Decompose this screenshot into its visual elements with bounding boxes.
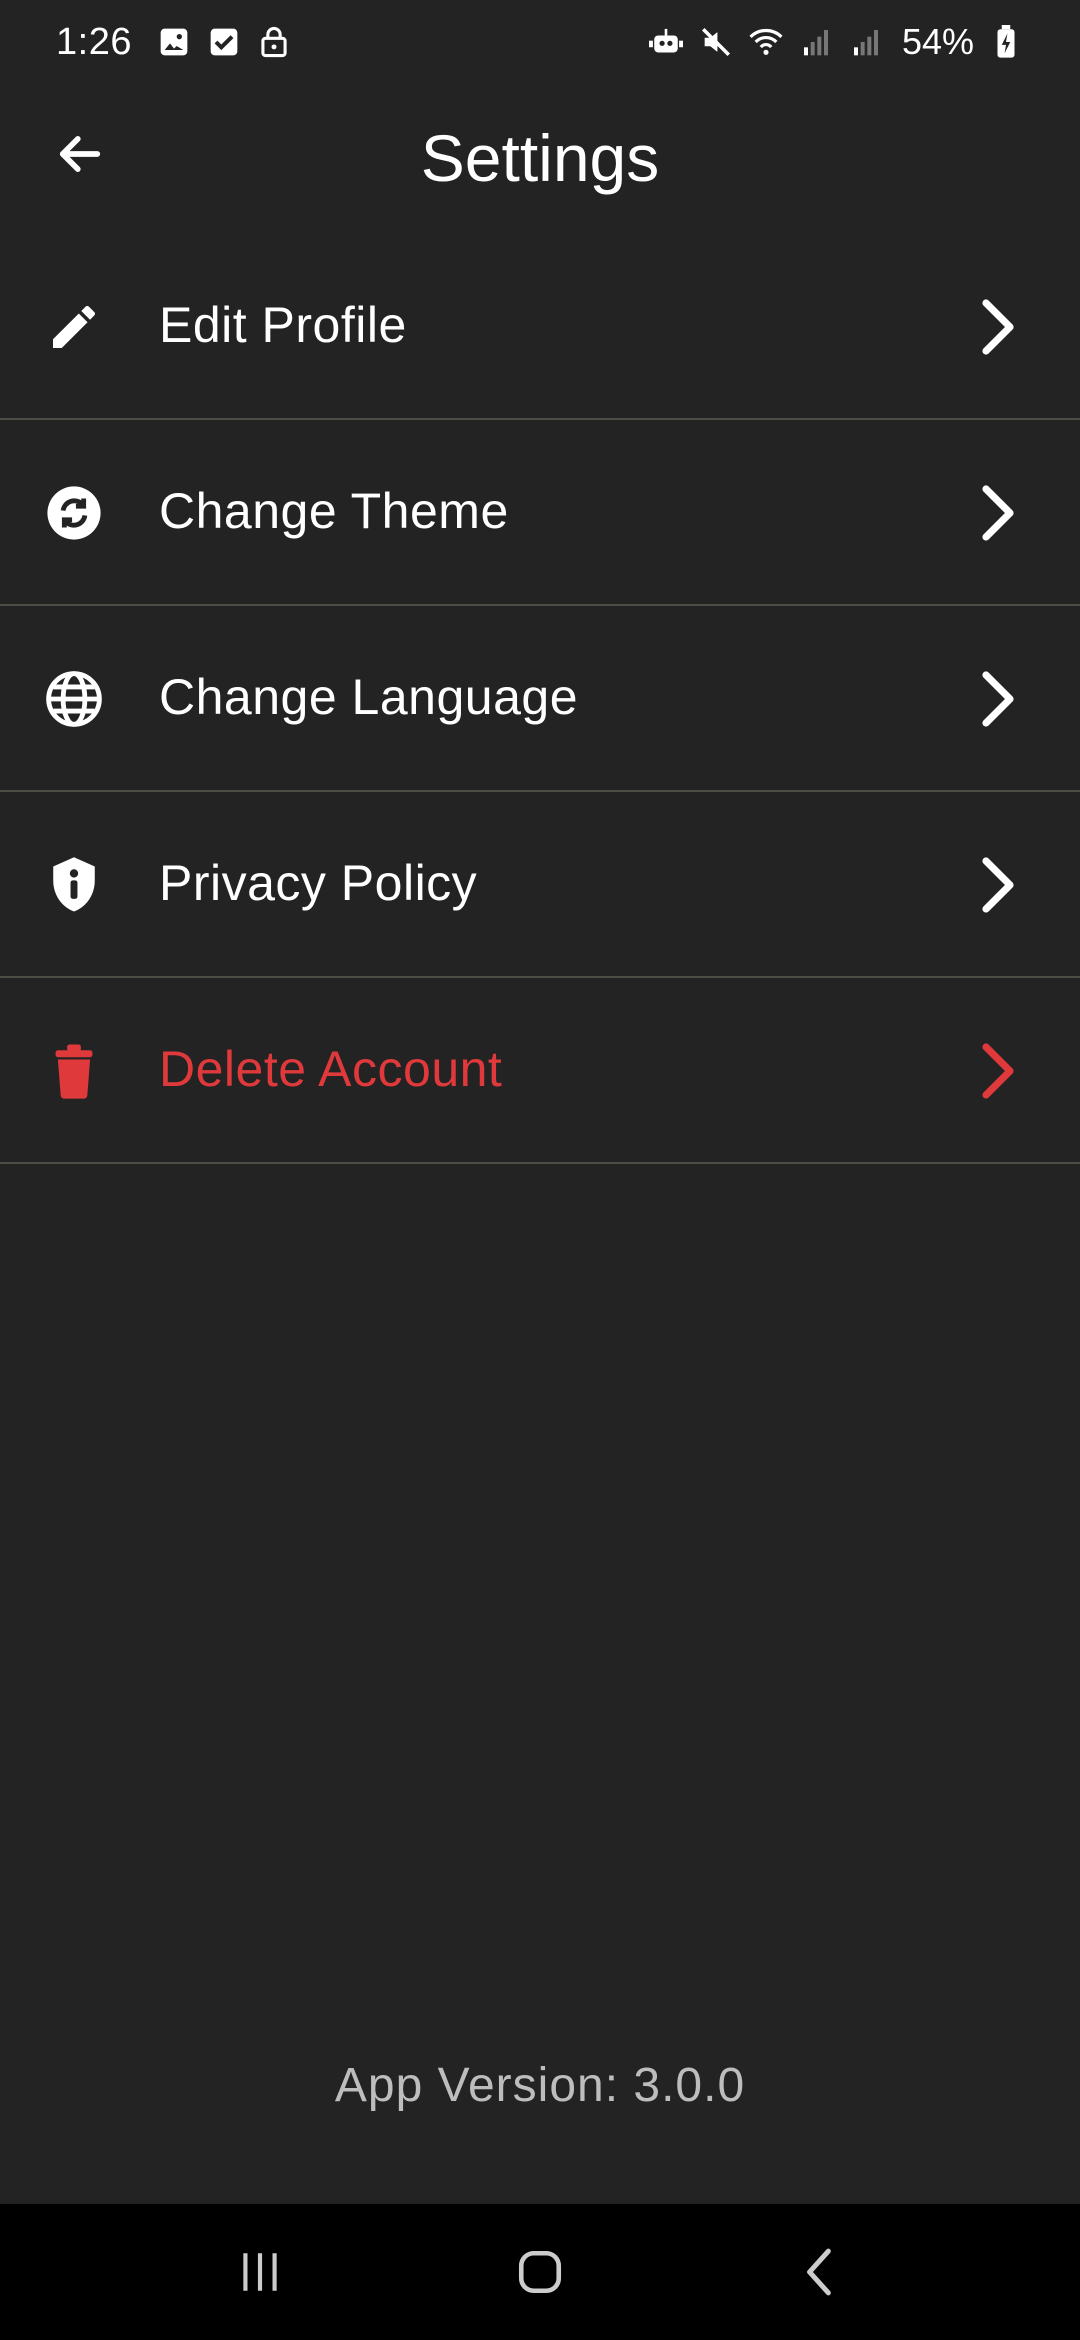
gallery-notification-icon	[156, 24, 192, 60]
chevron-left-icon	[807, 2248, 831, 2296]
settings-item-label: Change Theme	[159, 483, 509, 539]
shield-info-icon	[44, 855, 104, 915]
settings-item-change-theme[interactable]: Change Theme	[0, 420, 1080, 606]
globe-icon	[44, 669, 104, 729]
chevron-right-icon	[968, 669, 1028, 729]
page-title: Settings	[420, 121, 660, 195]
system-nav-bar	[0, 2204, 1080, 2340]
battery-charging-icon	[988, 24, 1024, 60]
checkbox-notification-icon	[206, 24, 242, 60]
settings-list: Edit Profile Change Theme Change Languag…	[0, 234, 1080, 1164]
status-time: 1:26	[56, 20, 132, 63]
chevron-right-icon	[968, 297, 1028, 357]
robot-icon	[648, 24, 684, 60]
lock-notification-icon	[256, 24, 292, 60]
settings-item-label: Privacy Policy	[159, 855, 478, 911]
settings-item-label: Delete Account	[159, 1041, 503, 1097]
settings-item-privacy-policy[interactable]: Privacy Policy	[0, 792, 1080, 978]
status-bar: 1:26 54%	[0, 0, 1080, 84]
chevron-right-icon	[968, 1041, 1028, 1101]
battery-percent: 54%	[901, 21, 974, 62]
home-icon	[518, 2250, 562, 2294]
mute-icon	[698, 24, 734, 60]
chevron-right-icon	[968, 483, 1028, 543]
header: Settings	[0, 84, 1080, 226]
nav-back-button[interactable]	[770, 2222, 870, 2322]
theme-sync-icon	[44, 483, 104, 543]
trash-icon	[44, 1041, 104, 1101]
chevron-right-icon	[968, 855, 1028, 915]
settings-item-label: Edit Profile	[159, 297, 407, 353]
status-left: 1:26	[56, 21, 292, 64]
app-version: App Version: 3.0.0	[334, 2059, 746, 2112]
wifi-icon	[748, 24, 784, 60]
home-button[interactable]	[490, 2222, 590, 2322]
status-right: 54%	[648, 21, 1024, 63]
recent-apps-button[interactable]	[210, 2222, 310, 2322]
settings-item-delete-account[interactable]: Delete Account	[0, 978, 1080, 1164]
recent-apps-icon	[243, 2253, 277, 2291]
signal-icon	[798, 24, 834, 60]
settings-item-edit-profile[interactable]: Edit Profile	[0, 234, 1080, 420]
settings-item-change-language[interactable]: Change Language	[0, 606, 1080, 792]
settings-screen: 1:26 54% Settings Edit Profile Change Th…	[0, 0, 1080, 2340]
pencil-icon	[44, 297, 104, 357]
settings-item-label: Change Language	[159, 669, 578, 725]
signal-2-icon	[848, 24, 884, 60]
